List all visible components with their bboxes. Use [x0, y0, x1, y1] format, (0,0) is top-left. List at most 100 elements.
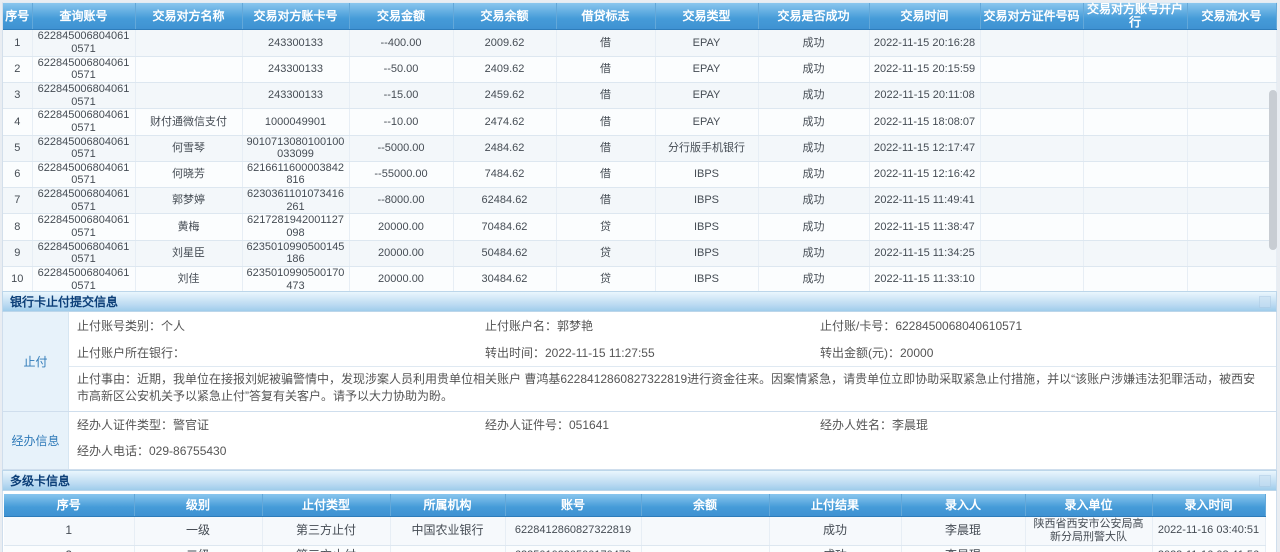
multi-card-table: 序号级别止付类型所属机构账号余额止付结果录入人录入单位录入时间 1一级第三方止付…: [4, 494, 1266, 552]
cell: [1187, 82, 1276, 108]
cell: IBPS: [655, 188, 758, 214]
cell: 8: [3, 214, 32, 240]
jingban-label: 经办信息: [3, 412, 69, 469]
cell: 6228450068040610571: [32, 266, 135, 292]
table-row[interactable]: 86228450068040610571黄梅621728194200112709…: [3, 214, 1276, 240]
cell: 借: [556, 188, 655, 214]
collapse-icon[interactable]: [1259, 296, 1271, 308]
cell: [390, 545, 505, 552]
cell: 李晨琨: [901, 545, 1025, 552]
cell: [980, 266, 1083, 292]
cell: 6228450068040610571: [32, 30, 135, 56]
cell: --8000.00: [349, 188, 453, 214]
cell: 分行版手机银行: [655, 135, 758, 161]
cell: 6228450068040610571: [32, 109, 135, 135]
multi-card-body: 序号级别止付类型所属机构账号余额止付结果录入人录入单位录入时间 1一级第三方止付…: [2, 491, 1277, 552]
cell: 2474.62: [453, 109, 556, 135]
cell: [1083, 240, 1187, 266]
collapse-icon[interactable]: [1259, 475, 1271, 487]
cell: EPAY: [655, 56, 758, 82]
cell: 2009.62: [453, 30, 556, 56]
table-row[interactable]: 56228450068040610571何雪琴90107130801001000…: [3, 135, 1276, 161]
column-header: 交易对方名称: [135, 3, 242, 30]
transactions-table: 序号查询账号交易对方名称交易对方账卡号交易金额交易余额借贷标志交易类型交易是否成…: [3, 3, 1277, 293]
cell: [980, 240, 1083, 266]
cell: 何雪琴: [135, 135, 242, 161]
table-row[interactable]: 76228450068040610571郭梦婷62303611010734162…: [3, 188, 1276, 214]
column-header: 所属机构: [390, 494, 505, 516]
cell: 2022-11-15 12:16:42: [869, 161, 980, 187]
transfer-out-time: 转出时间：2022-11-15 11:27:55: [485, 344, 820, 361]
cell: [1025, 545, 1152, 552]
cell: 成功: [758, 188, 869, 214]
cell: 成功: [758, 135, 869, 161]
cell: 财付通微信支付: [135, 109, 242, 135]
column-header: 查询账号: [32, 3, 135, 30]
cell: 成功: [758, 214, 869, 240]
cell: --55000.00: [349, 161, 453, 187]
column-header: 交易对方账号开户行: [1083, 3, 1187, 30]
cell: [1083, 135, 1187, 161]
table-row[interactable]: 106228450068040610571刘佳62350109905001704…: [3, 266, 1276, 292]
table-row[interactable]: 2二级第三方止付6235010990500170473成功李晨琨2022-11-…: [4, 545, 1265, 552]
cell: 借: [556, 30, 655, 56]
cell: 2022-11-15 20:15:59: [869, 56, 980, 82]
cell: 6217281942001127098: [242, 214, 349, 240]
cell: [1083, 188, 1187, 214]
zhifu-label: 止付: [3, 312, 69, 411]
cell: 成功: [758, 109, 869, 135]
cell: 成功: [758, 161, 869, 187]
cell: [980, 135, 1083, 161]
table-row[interactable]: 66228450068040610571何晓芳62166116000038428…: [3, 161, 1276, 187]
cell: [641, 545, 769, 552]
column-header: 交易时间: [869, 3, 980, 30]
column-header: 交易对方证件号码: [980, 3, 1083, 30]
cell: EPAY: [655, 30, 758, 56]
table-row[interactable]: 96228450068040610571刘星臣62350109905001451…: [3, 240, 1276, 266]
table-row[interactable]: 46228450068040610571财付通微信支付1000049901--1…: [3, 109, 1276, 135]
cell: 6235010990500145186: [242, 240, 349, 266]
cell: 20000.00: [349, 214, 453, 240]
column-header: 余额: [641, 494, 769, 516]
cell: 2: [4, 545, 134, 552]
cell: 20000.00: [349, 266, 453, 292]
cell: 5: [3, 135, 32, 161]
column-header: 交易类型: [655, 3, 758, 30]
cell: 2022-11-15 12:17:47: [869, 135, 980, 161]
cell: 2409.62: [453, 56, 556, 82]
table-row[interactable]: 1一级第三方止付中国农业银行6228412860827322819成功李晨琨陕西…: [4, 516, 1265, 545]
column-header: 交易流水号: [1187, 3, 1276, 30]
handler-name: 经办人姓名：李晨琨: [820, 416, 1276, 433]
cell: 2484.62: [453, 135, 556, 161]
column-header: 账号: [505, 494, 641, 516]
cell: [980, 161, 1083, 187]
cell: --5000.00: [349, 135, 453, 161]
table-row[interactable]: 26228450068040610571243300133--50.002409…: [3, 56, 1276, 82]
cell: [980, 214, 1083, 240]
column-header: 序号: [4, 494, 134, 516]
cell: 20000.00: [349, 240, 453, 266]
cell: [1187, 56, 1276, 82]
table-row[interactable]: 16228450068040610571243300133--400.00200…: [3, 30, 1276, 56]
cell: 7484.62: [453, 161, 556, 187]
cell: 2: [3, 56, 32, 82]
cell: [1083, 30, 1187, 56]
vertical-scrollbar[interactable]: [1269, 90, 1277, 250]
handler-id-type: 经办人证件类型：警官证: [77, 416, 485, 433]
cell: 成功: [758, 30, 869, 56]
column-header: 交易金额: [349, 3, 453, 30]
cell: 借: [556, 82, 655, 108]
cell: [1083, 109, 1187, 135]
cell: 刘佳: [135, 266, 242, 292]
stop-account-name: 止付账户名：郭梦艳: [485, 317, 820, 334]
cell: 9: [3, 240, 32, 266]
cell: [135, 30, 242, 56]
column-header: 录入时间: [1152, 494, 1265, 516]
transactions-panel: 序号查询账号交易对方名称交易对方账卡号交易金额交易余额借贷标志交易类型交易是否成…: [2, 2, 1277, 321]
column-header: 录入人: [901, 494, 1025, 516]
table-row[interactable]: 36228450068040610571243300133--15.002459…: [3, 82, 1276, 108]
cell: 2022-11-15 11:33:10: [869, 266, 980, 292]
column-header: 止付类型: [262, 494, 390, 516]
cell: [1187, 135, 1276, 161]
cell: 1000049901: [242, 109, 349, 135]
